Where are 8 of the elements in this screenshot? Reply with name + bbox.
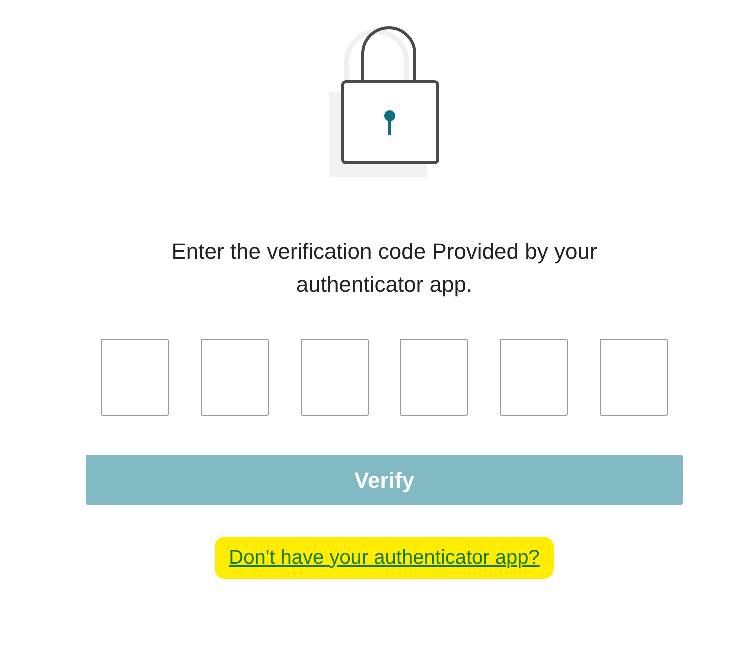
code-digit-field[interactable] <box>300 339 369 416</box>
instruction-text: Enter the verification code Provided by your authenticator app. <box>170 238 598 299</box>
code-digit-field[interactable] <box>400 339 468 416</box>
help-link[interactable]: Don't have your authenticator app? <box>229 547 540 569</box>
code-digit-field[interactable] <box>200 339 269 416</box>
code-digit-field[interactable] <box>500 339 568 416</box>
code-digit-field[interactable] <box>101 339 169 416</box>
code-digit-field[interactable] <box>600 339 668 416</box>
